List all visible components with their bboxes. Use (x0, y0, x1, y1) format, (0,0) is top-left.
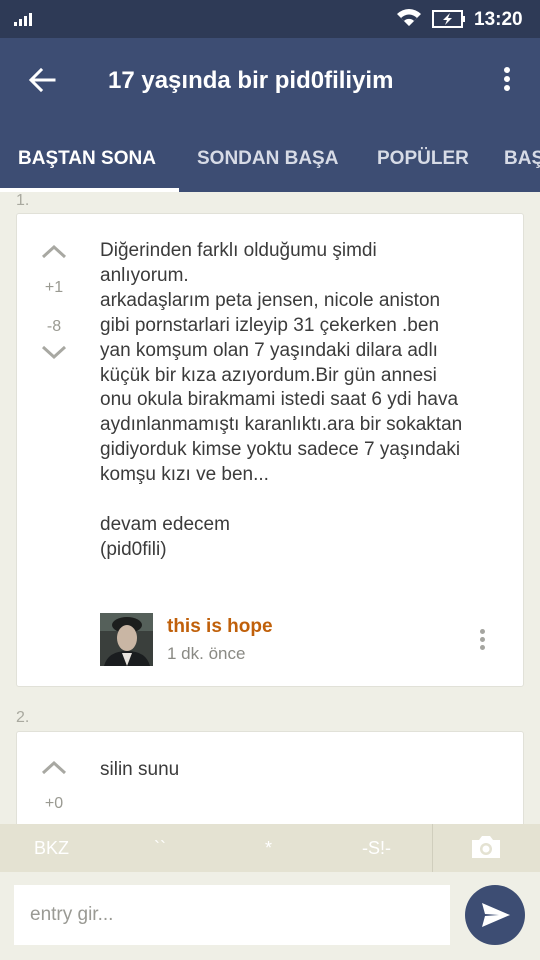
entry-text: Diğerinden farklı olduğumu şimdi anlıyor… (100, 240, 463, 560)
entry-more-icon[interactable] (475, 626, 489, 656)
author-row: this is hope 1 dk. önce (100, 613, 500, 667)
page-title: 17 yaşında bir pid0filiyim (108, 67, 394, 94)
send-icon (482, 903, 510, 927)
spoiler-button[interactable]: -S!- (362, 838, 391, 859)
tab-populer[interactable]: POPÜLER (377, 148, 469, 170)
upvote-chevron-icon[interactable] (39, 758, 69, 778)
composer (0, 872, 540, 960)
upvote-count: +0 (44, 795, 64, 812)
entry-text: silin sunu (100, 759, 180, 780)
tab-bar: BAŞTAN SONA SONDAN BAŞA POPÜLER BAŞ (0, 138, 540, 192)
downvote-count: -8 (46, 318, 62, 335)
bkz-button[interactable]: BKZ (34, 838, 69, 859)
camera-icon[interactable] (470, 834, 502, 860)
vote-column: +1 -8 (39, 242, 69, 367)
wifi-icon (397, 9, 421, 26)
author-name[interactable]: this is hope (167, 616, 273, 638)
entry-number: 1. (16, 192, 30, 209)
status-bar: 13:20 (0, 0, 540, 38)
clock: 13:20 (474, 9, 523, 30)
battery-charging-icon (432, 10, 465, 28)
entry-time: 1 dk. önce (167, 644, 246, 663)
send-button[interactable] (465, 885, 525, 945)
entry-card: +1 -8 Diğerinden farklı olduğumu şimdi a… (16, 213, 524, 687)
overflow-menu-icon[interactable] (494, 64, 520, 96)
upvote-chevron-icon[interactable] (39, 242, 69, 262)
divider (432, 824, 433, 872)
format-toolbar: BKZ `` * -S!- (0, 824, 540, 872)
upvote-count: +1 (44, 279, 64, 296)
vote-column: +0 (39, 758, 69, 813)
tab-bastan-sona[interactable]: BAŞTAN SONA (18, 148, 156, 170)
entry-number: 2. (16, 709, 30, 726)
downvote-chevron-icon[interactable] (39, 342, 69, 362)
app-bar: 17 yaşında bir pid0filiyim BAŞTAN SONA S… (0, 38, 540, 192)
avatar[interactable] (100, 613, 153, 666)
tab-more[interactable]: BAŞ (504, 148, 540, 170)
entry-input[interactable] (14, 885, 450, 945)
back-arrow-icon[interactable] (24, 64, 60, 96)
backtick-button[interactable]: `` (154, 838, 166, 859)
star-button[interactable]: * (265, 838, 272, 859)
signal-icon (14, 13, 32, 26)
tab-sondan-basa[interactable]: SONDAN BAŞA (197, 148, 338, 170)
